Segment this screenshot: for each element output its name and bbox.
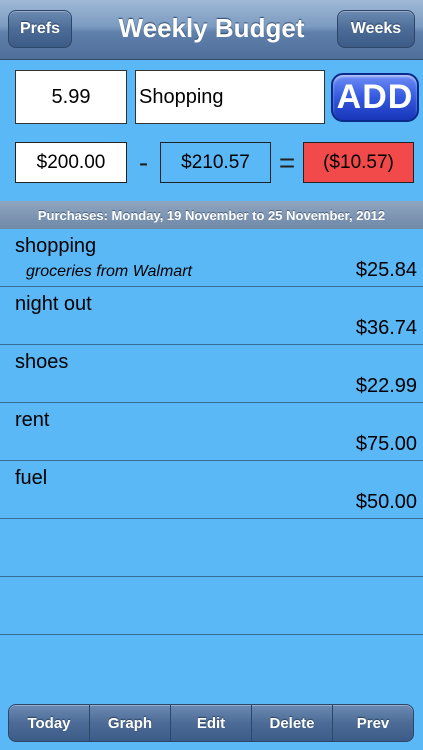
list-item[interactable]: rent $75.00: [0, 403, 423, 461]
weeks-button[interactable]: Weeks: [337, 10, 415, 48]
bottom-toolbar: Today Graph Edit Delete Prev: [8, 704, 414, 742]
list-item[interactable]: fuel $50.00: [0, 461, 423, 519]
navigation-bar: Prefs Weekly Budget Weeks: [0, 0, 423, 60]
list-item[interactable]: night out $36.74: [0, 287, 423, 345]
list-item[interactable]: shoes $22.99: [0, 345, 423, 403]
equals-sign: =: [278, 146, 296, 178]
description-input[interactable]: Shopping: [135, 70, 325, 124]
purchase-name: night out: [15, 293, 92, 315]
purchase-name: rent: [15, 409, 50, 431]
purchase-name: fuel: [15, 467, 48, 489]
spent-total: $210.57: [160, 142, 271, 183]
amount-input[interactable]: 5.99: [15, 70, 127, 124]
purchases-section-header: Purchases: Monday, 19 November to 25 Nov…: [0, 201, 423, 229]
purchase-amount: $22.99: [355, 375, 417, 397]
today-button[interactable]: Today: [9, 705, 90, 741]
balance-value: ($10.57): [303, 142, 414, 183]
list-item[interactable]: shopping groceries from Walmart $25.84: [0, 229, 423, 287]
empty-list-row: [0, 577, 423, 635]
purchase-name: shopping: [15, 235, 97, 257]
prev-button[interactable]: Prev: [333, 705, 413, 741]
minus-sign: -: [138, 146, 149, 178]
purchase-amount: $50.00: [355, 491, 417, 513]
edit-button[interactable]: Edit: [171, 705, 252, 741]
purchase-amount: $36.74: [355, 317, 417, 339]
empty-list-row: [0, 519, 423, 577]
purchase-amount: $75.00: [355, 433, 417, 455]
budget-value[interactable]: $200.00: [15, 142, 127, 183]
purchase-amount: $25.84: [355, 259, 417, 281]
purchase-name: shoes: [15, 351, 69, 373]
purchases-list: shopping groceries from Walmart $25.84 n…: [0, 229, 423, 635]
delete-button[interactable]: Delete: [252, 705, 333, 741]
add-button[interactable]: ADD: [331, 73, 419, 122]
graph-button[interactable]: Graph: [90, 705, 171, 741]
purchase-note: groceries from Walmart: [26, 263, 192, 280]
